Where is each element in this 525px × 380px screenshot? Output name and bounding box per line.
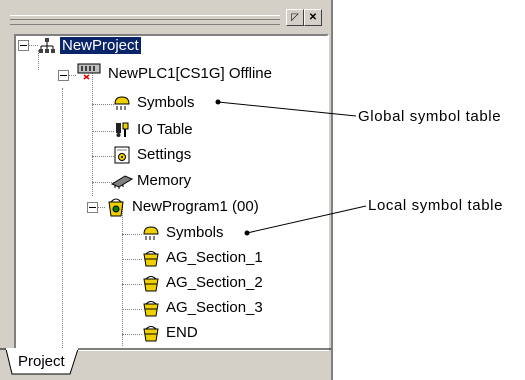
callout-local-symbol-table: Local symbol table	[368, 197, 504, 214]
callout-global-symbol-table: Global symbol table	[358, 108, 502, 125]
callout-leader-global	[217, 101, 357, 117]
callout-leader-local	[246, 205, 367, 234]
callout-lines	[215, 99, 367, 236]
